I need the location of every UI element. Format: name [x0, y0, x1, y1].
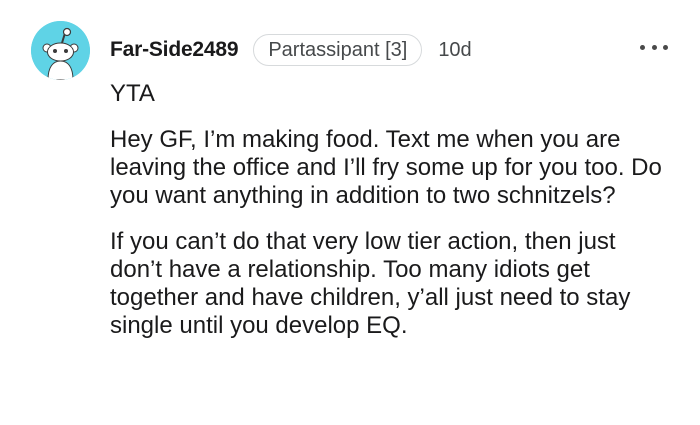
comment-timestamp[interactable]: 10d [438, 39, 471, 62]
user-flair-badge: Partassipant [3] [253, 34, 423, 66]
more-options-icon[interactable] [640, 38, 668, 56]
more-dot [663, 44, 668, 50]
comment-body: YTA Hey GF, I’m making food. Text me whe… [110, 80, 670, 340]
more-dot [651, 44, 657, 50]
comment: Far-Side2489 Partassipant [3] 10d YTA He… [0, 0, 700, 425]
comment-header: Far-Side2489 Partassipant [3] 10d [110, 33, 472, 67]
more-dot [640, 44, 645, 50]
comment-paragraph: Hey GF, I’m making food. Text me when yo… [110, 126, 662, 209]
username-link[interactable]: Far-Side2489 [110, 38, 239, 62]
user-avatar-icon[interactable] [31, 21, 90, 80]
comment-verdict: YTA [110, 80, 155, 107]
comment-paragraph: If you can’t do that very low tier actio… [110, 228, 631, 339]
